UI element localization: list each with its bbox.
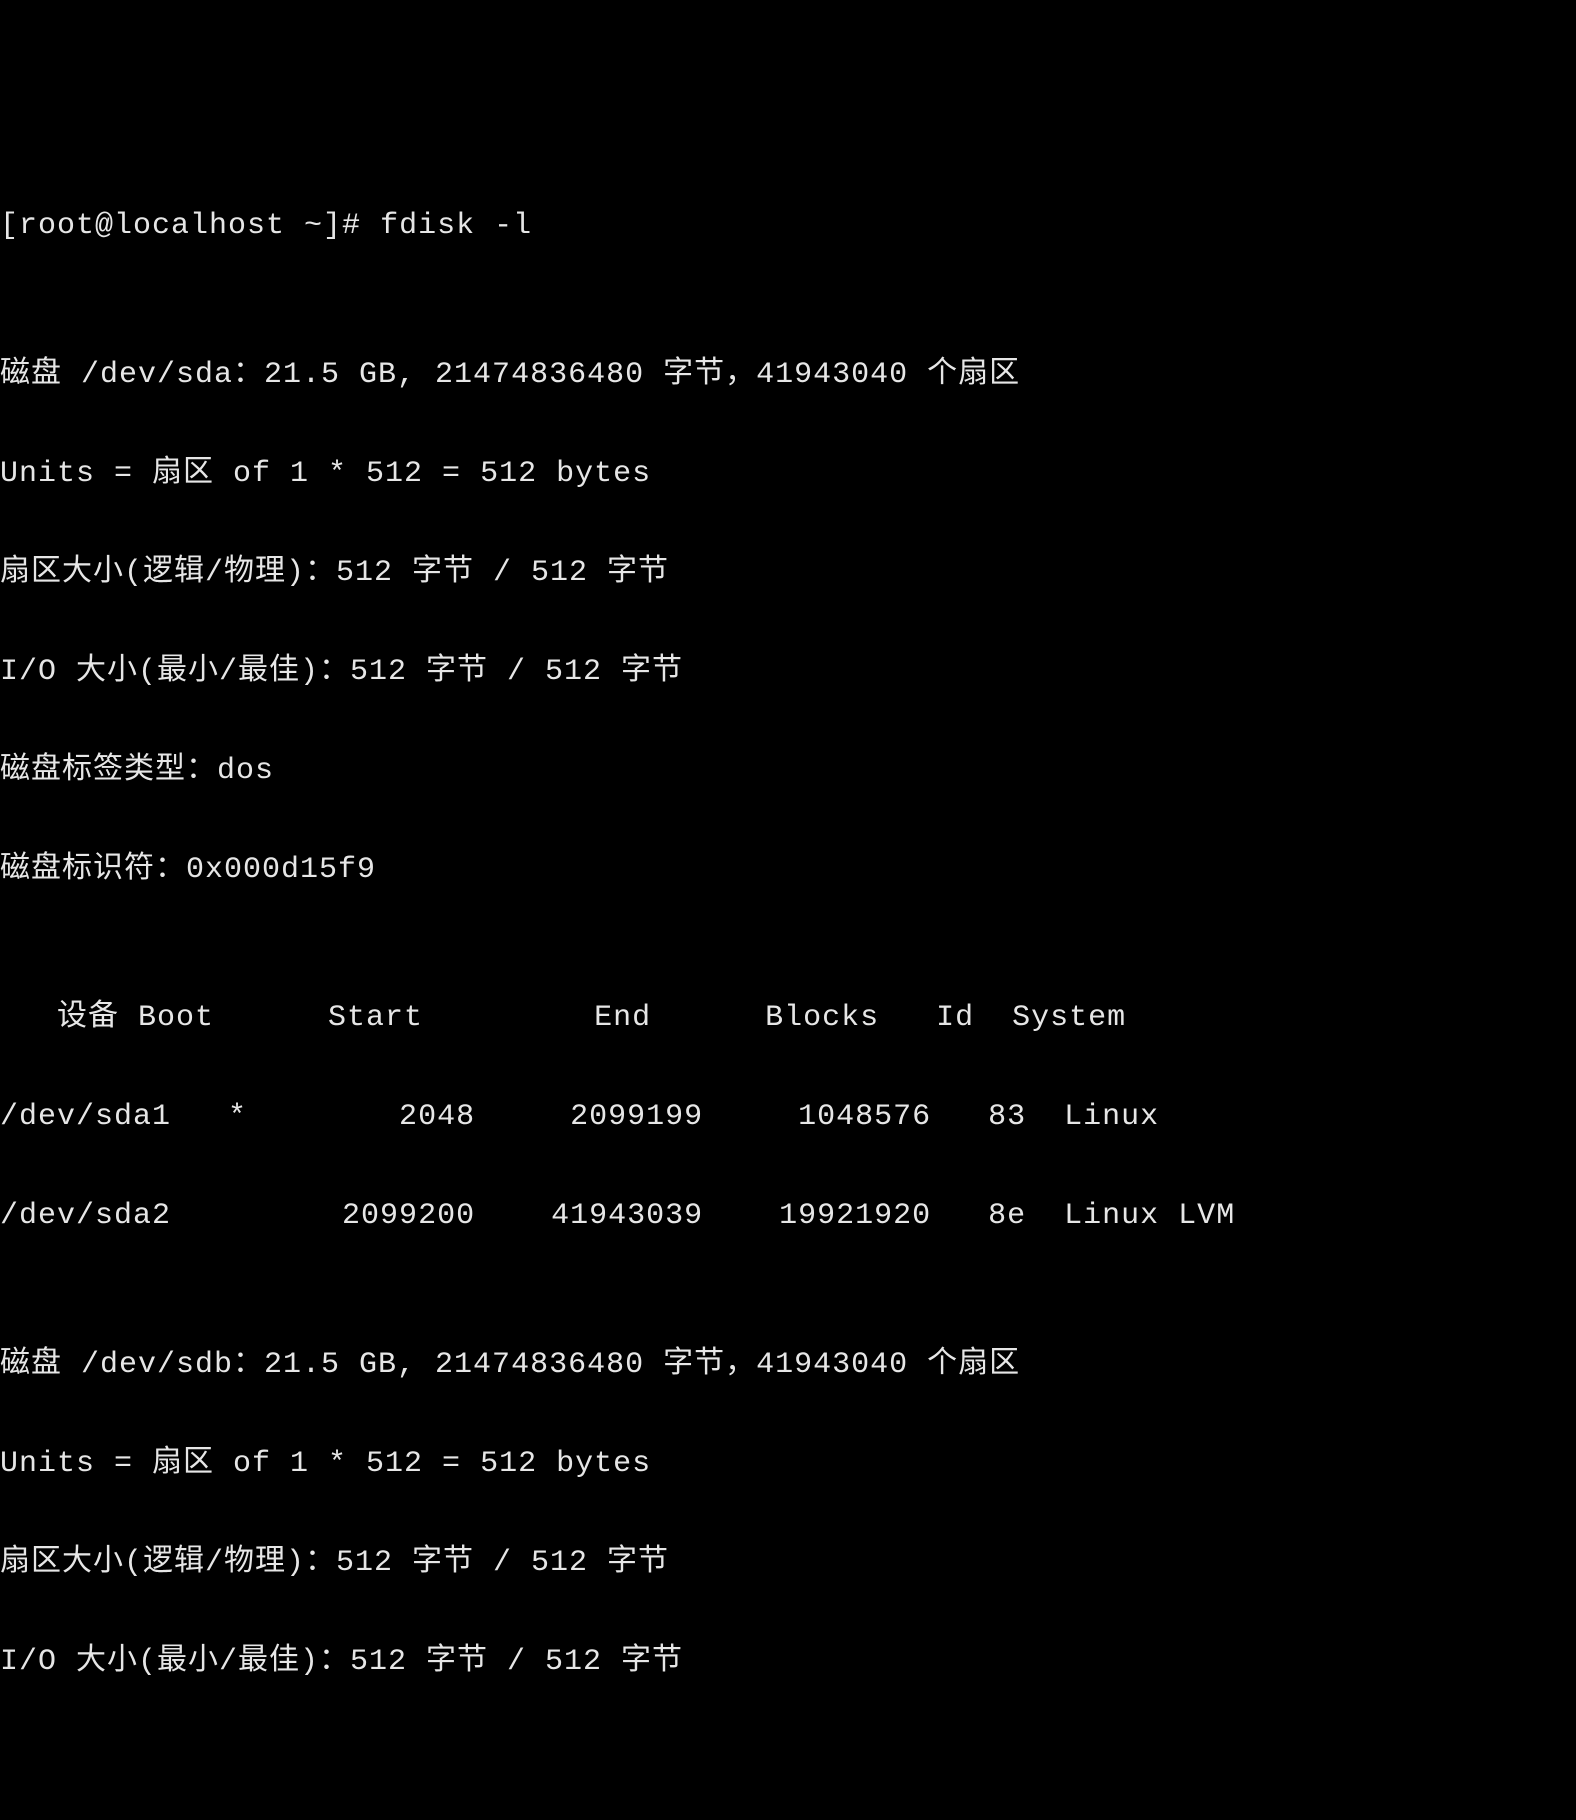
io-size-info: I/O 大小(最小/最佳)：512 字节 / 512 字节 <box>0 648 1576 698</box>
io-size-info-sdb: I/O 大小(最小/最佳)：512 字节 / 512 字节 <box>0 1638 1576 1688</box>
disk-label-type: 磁盘标签类型：dos <box>0 747 1576 797</box>
units-info-sdb: Units = 扇区 of 1 * 512 = 512 bytes <box>0 1440 1576 1490</box>
command-text: fdisk -l <box>380 209 532 243</box>
partition-row-sda2: /dev/sda2 2099200 41943039 19921920 8e L… <box>0 1192 1576 1242</box>
sector-size-info: 扇区大小(逻辑/物理)：512 字节 / 512 字节 <box>0 549 1576 599</box>
disk-identifier: 磁盘标识符：0x000d15f9 <box>0 846 1576 896</box>
disk-sdb-header: 磁盘 /dev/sdb：21.5 GB, 21474836480 字节，4194… <box>0 1341 1576 1391</box>
units-info: Units = 扇区 of 1 * 512 = 512 bytes <box>0 450 1576 500</box>
disk-sda-header: 磁盘 /dev/sda：21.5 GB, 21474836480 字节，4194… <box>0 351 1576 401</box>
sector-size-info-sdb: 扇区大小(逻辑/物理)：512 字节 / 512 字节 <box>0 1539 1576 1589</box>
shell-prompt: [root@localhost ~]# <box>0 209 380 243</box>
partition-row-sda1: /dev/sda1 * 2048 2099199 1048576 83 Linu… <box>0 1093 1576 1143</box>
command-line[interactable]: [root@localhost ~]# fdisk -l <box>0 202 1576 252</box>
partition-table-header: 设备 Boot Start End Blocks Id System <box>0 994 1576 1044</box>
